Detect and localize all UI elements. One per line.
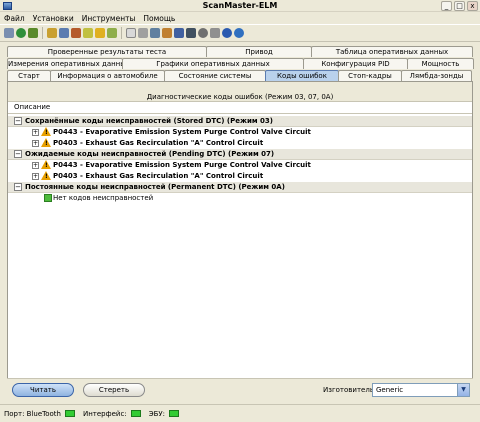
group-label: Сохранённые коды неисправностей (Stored …	[25, 117, 273, 125]
display-icon[interactable]	[186, 28, 196, 38]
tab-system-status[interactable]: Состояние системы	[164, 70, 266, 81]
tab-live-data-table[interactable]: Таблица оперативных данных	[311, 46, 473, 57]
dtc-item[interactable]: + P0403 - Exhaust Gas Recirculation "A" …	[8, 171, 472, 182]
status-ecu: ЭБУ:	[148, 409, 166, 418]
panel-footer: Читать Стереть Изготовитель Generic ▼	[7, 378, 473, 399]
minimize-button[interactable]: _	[441, 1, 452, 11]
tab-trouble-codes[interactable]: Коды ошибок	[265, 70, 339, 81]
dtc-tree: − Сохранённые коды неисправностей (Store…	[8, 116, 472, 204]
collapse-toggle[interactable]: −	[14, 183, 22, 191]
menu-bar: Файл Установки Инструменты Помощь	[0, 12, 480, 24]
menu-settings[interactable]: Установки	[33, 14, 74, 23]
dtc-item[interactable]: + P0403 - Exhaust Gas Recirculation "A" …	[8, 138, 472, 149]
info-icon[interactable]	[222, 28, 232, 38]
interface-status-led	[130, 410, 141, 417]
plug-icon[interactable]	[138, 28, 148, 38]
collapse-toggle[interactable]: −	[14, 117, 22, 125]
warning-icon	[41, 160, 51, 171]
dtc-item[interactable]: + P0443 - Evaporative Emission System Pu…	[8, 127, 472, 138]
tab-oxygen-sensors[interactable]: Лямбда-зонды	[401, 70, 472, 81]
dtc-code: P0403 - Exhaust Gas Recirculation "A" Co…	[53, 139, 264, 147]
tab-row-3: Старт Информация о автомобиле Состояние …	[7, 70, 473, 81]
connect-icon[interactable]	[28, 28, 38, 38]
dtc-code: P0403 - Exhaust Gas Recirculation "A" Co…	[53, 172, 264, 180]
expand-toggle[interactable]: +	[32, 173, 39, 180]
dtc-code: P0443 - Evaporative Emission System Purg…	[53, 161, 311, 169]
title-bar: ScanMaster-ELM _ □ x	[0, 0, 480, 12]
close-button[interactable]: x	[467, 1, 478, 11]
no-codes-text: Нет кодов неисправностей	[53, 194, 154, 202]
document-icon[interactable]	[126, 28, 136, 38]
arrow-icon[interactable]	[107, 28, 117, 38]
tab-freeze-frames[interactable]: Стоп-кадры	[338, 70, 402, 81]
menu-tools[interactable]: Инструменты	[82, 14, 136, 23]
window-title: ScanMaster-ELM	[202, 1, 278, 10]
tab-row-1: Проверенные результаты теста Привод Табл…	[7, 46, 473, 57]
settings-icon[interactable]	[210, 28, 220, 38]
globe-icon[interactable]	[16, 28, 26, 38]
expand-toggle[interactable]: +	[32, 162, 39, 169]
column-header-description[interactable]: Описание	[8, 102, 472, 114]
expand-toggle[interactable]: +	[32, 140, 39, 147]
clear-button[interactable]: Стереть	[83, 383, 145, 397]
tab-live-graphs[interactable]: Графики оперативных данных	[122, 58, 304, 69]
warning-icon	[41, 138, 51, 149]
port-status-led	[64, 410, 75, 417]
monitor-icon[interactable]	[150, 28, 160, 38]
tab-test-results[interactable]: Проверенные результаты теста	[7, 46, 207, 57]
chart-icon[interactable]	[174, 28, 184, 38]
tab-vehicle-info[interactable]: Информация о автомобиле	[50, 70, 165, 81]
globe2-icon[interactable]	[234, 28, 244, 38]
no-codes-item[interactable]: Нет кодов неисправностей	[8, 193, 472, 204]
disc-icon[interactable]	[198, 28, 208, 38]
tab-row-2: Измерения оперативных данных Графики опе…	[7, 58, 474, 69]
group-label: Постоянные коды неисправностей (Permanen…	[25, 183, 285, 191]
panel-title: Диагностические коды ошибок (Режим 03, 0…	[146, 93, 334, 101]
menu-file[interactable]: Файл	[4, 14, 25, 23]
status-interface: Интерфейс:	[82, 409, 127, 418]
warning-icon	[41, 127, 51, 138]
group-label: Ожидаемые коды неисправностей (Pending D…	[25, 150, 275, 158]
check-icon	[44, 194, 52, 202]
graph-icon[interactable]	[47, 28, 57, 38]
manufacturer-value: Generic	[376, 386, 404, 394]
chevron-down-icon[interactable]: ▼	[457, 384, 469, 396]
status-port: Порт: BlueTooth	[4, 409, 61, 418]
cup-icon[interactable]	[162, 28, 172, 38]
ecu-status-led	[169, 410, 180, 417]
manufacturer-select[interactable]: Generic ▼	[372, 383, 470, 397]
trouble-codes-panel: Диагностические коды ошибок (Режим 03, 0…	[7, 81, 473, 399]
tab-actuator[interactable]: Привод	[206, 46, 312, 57]
tab-live-measurements[interactable]: Измерения оперативных данных	[7, 58, 130, 69]
expand-toggle[interactable]: +	[32, 129, 39, 136]
menu-help[interactable]: Помощь	[143, 14, 175, 23]
group-pending-dtc[interactable]: − Ожидаемые коды неисправностей (Pending…	[8, 149, 472, 160]
toolbar	[0, 24, 480, 42]
dtc-code: P0443 - Evaporative Emission System Purg…	[53, 128, 311, 136]
status-bar: Порт: BlueTooth Интерфейс: ЭБУ:	[0, 404, 480, 422]
tab-pid-config[interactable]: Конфигурация PID	[303, 58, 408, 69]
manufacturer-label: Изготовитель	[323, 386, 374, 394]
tab-power[interactable]: Мощность	[407, 58, 474, 69]
maximize-button[interactable]: □	[454, 1, 465, 11]
group-stored-dtc[interactable]: − Сохранённые коды неисправностей (Store…	[8, 116, 472, 127]
table-icon[interactable]	[59, 28, 69, 38]
dtc-item[interactable]: + P0443 - Evaporative Emission System Pu…	[8, 160, 472, 171]
group-permanent-dtc[interactable]: − Постоянные коды неисправностей (Perman…	[8, 182, 472, 193]
tab-start[interactable]: Старт	[7, 70, 51, 81]
gauge-icon[interactable]	[71, 28, 81, 38]
panel-header: Диагностические коды ошибок (Режим 03, 0…	[8, 82, 472, 102]
collapse-toggle[interactable]: −	[14, 150, 22, 158]
read-button[interactable]: Читать	[12, 383, 74, 397]
dollar-icon[interactable]	[95, 28, 105, 38]
sensor-icon[interactable]	[83, 28, 93, 38]
warning-icon	[41, 171, 51, 182]
pen-icon[interactable]	[4, 28, 14, 38]
